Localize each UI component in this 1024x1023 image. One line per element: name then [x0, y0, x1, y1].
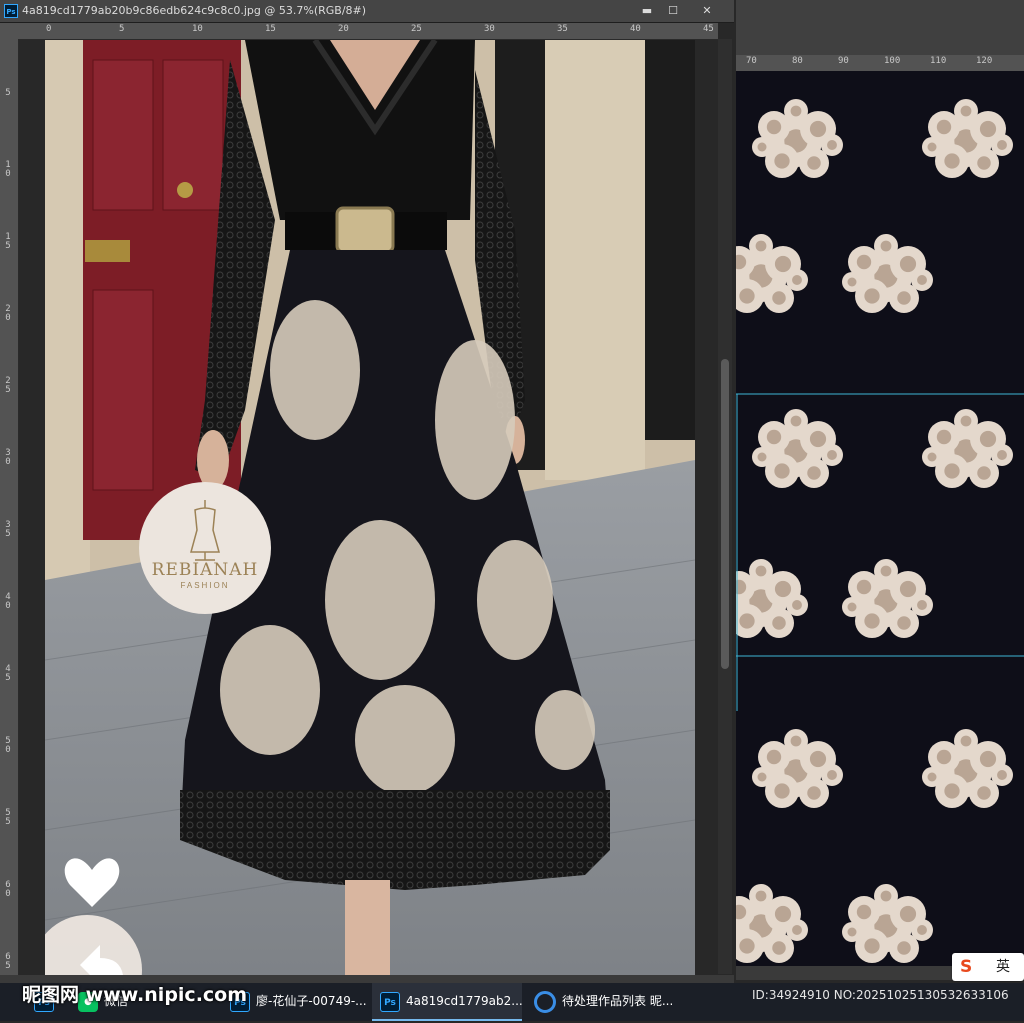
- ruler-tick-label: 20: [5, 304, 11, 323]
- vertical-ruler[interactable]: 510152025303540455055606570: [0, 39, 19, 979]
- ruler-tick-label: 20: [338, 24, 349, 34]
- flower-bouquet: [736, 559, 808, 638]
- taskbar-item-label: 廖-花仙子-00749-...: [256, 994, 367, 1008]
- ruler-tick-label: 45: [5, 664, 11, 683]
- photoshop-icon: Ps: [4, 4, 18, 18]
- flower-bouquet: [922, 729, 1013, 808]
- tray-id-text: ID:34924910 NO:20251025130532633106: [752, 988, 1009, 1002]
- flower-bouquet: [842, 234, 933, 313]
- fashion-photo: [45, 40, 695, 975]
- browser-icon: [534, 990, 556, 1013]
- ruler-tick-label: 10: [192, 24, 203, 34]
- ruler-tick-label: 35: [557, 24, 568, 34]
- ruler-tick-label: 5: [119, 24, 125, 34]
- ruler-tick-label: 80: [792, 56, 803, 66]
- scrollbar-thumb[interactable]: [721, 359, 729, 669]
- ruler-tick-label: 40: [630, 24, 641, 34]
- ruler-tick-label: 5: [5, 88, 11, 98]
- ruler-tick-label: 100: [884, 56, 901, 66]
- ruler-tick-label: 25: [411, 24, 422, 34]
- input-method-toolbar[interactable]: S 英: [952, 953, 1024, 981]
- ruler-tick-label: 55: [5, 808, 11, 827]
- ruler-tick-label: 10: [5, 160, 11, 179]
- pattern-window-header: [736, 0, 1024, 55]
- ruler-tick-label: 35: [5, 520, 11, 539]
- taskbar-item-label: 待处理作品列表 昵...: [562, 994, 672, 1008]
- flower-bouquet: [842, 559, 933, 638]
- ruler-tick-label: 30: [5, 448, 11, 467]
- document-title: 4a819cd1779ab20b9c86edb624c9c8c0.jpg @ 5…: [22, 4, 367, 17]
- ruler-tick-label: 110: [930, 56, 947, 66]
- brand-logo-name: REBIANAH: [151, 560, 259, 580]
- pattern-document-window: 70 80 90 100 110 120: [736, 0, 1024, 980]
- site-watermark: 昵图网 www.nipic.com: [22, 984, 248, 1006]
- close-button[interactable]: ✕: [692, 1, 722, 20]
- ruler-tick-label: 40: [5, 592, 11, 611]
- ruler-tick-label: 15: [5, 232, 11, 251]
- status-bar: [0, 975, 734, 983]
- vertical-scrollbar[interactable]: [718, 39, 732, 974]
- ruler-tick-label: 50: [5, 736, 11, 755]
- ruler-tick-label: 15: [265, 24, 276, 34]
- flower-bouquet: [842, 884, 933, 963]
- flower-bouquet: [752, 409, 843, 488]
- ruler-tick-label: 45: [703, 24, 714, 34]
- ruler-tick-label: 70: [746, 56, 757, 66]
- ruler-tick-label: 65: [5, 952, 11, 971]
- flower-bouquet: [922, 99, 1013, 178]
- taskbar-item-browser[interactable]: 待处理作品列表 昵...: [526, 983, 672, 1021]
- flower-bouquet: [736, 884, 808, 963]
- ruler-tick-label: 25: [5, 376, 11, 395]
- flower-bouquet: [736, 234, 808, 313]
- ruler-tick-label: 0: [46, 24, 52, 34]
- maximize-button[interactable]: ☐: [658, 1, 688, 20]
- ime-language-toggle[interactable]: 英: [996, 957, 1010, 977]
- ruler-tick-label: 60: [5, 880, 11, 899]
- brand-logo-subtitle: FASHION: [180, 581, 230, 590]
- flower-bouquet: [752, 99, 843, 178]
- photoshop-document-window: Ps 4a819cd1779ab20b9c86edb624c9c8c0.jpg …: [0, 0, 734, 983]
- ruler-corner[interactable]: [0, 23, 18, 39]
- ruler-tick-label: 90: [838, 56, 849, 66]
- taskbar-item-ps-doc2[interactable]: Ps 4a819cd1779ab2...: [372, 983, 522, 1021]
- document-titlebar[interactable]: Ps 4a819cd1779ab20b9c86edb624c9c8c0.jpg …: [0, 0, 734, 23]
- ruler-tick-label: 120: [976, 56, 993, 66]
- sogou-icon[interactable]: S: [960, 957, 980, 977]
- pattern-canvas[interactable]: [736, 71, 1024, 966]
- taskbar-item-label: 4a819cd1779ab2...: [406, 994, 522, 1008]
- horizontal-ruler[interactable]: 0 5 10 15 20 25 30 35 40 45: [18, 23, 718, 40]
- pattern-horizontal-ruler[interactable]: 70 80 90 100 110 120: [736, 55, 1024, 71]
- floral-pattern: [736, 99, 1024, 963]
- flower-bouquet: [752, 729, 843, 808]
- flower-bouquet: [922, 409, 1013, 488]
- photoshop-icon: Ps: [380, 991, 400, 1012]
- photo-canvas[interactable]: REBIANAH FASHION: [45, 40, 695, 975]
- ruler-tick-label: 30: [484, 24, 495, 34]
